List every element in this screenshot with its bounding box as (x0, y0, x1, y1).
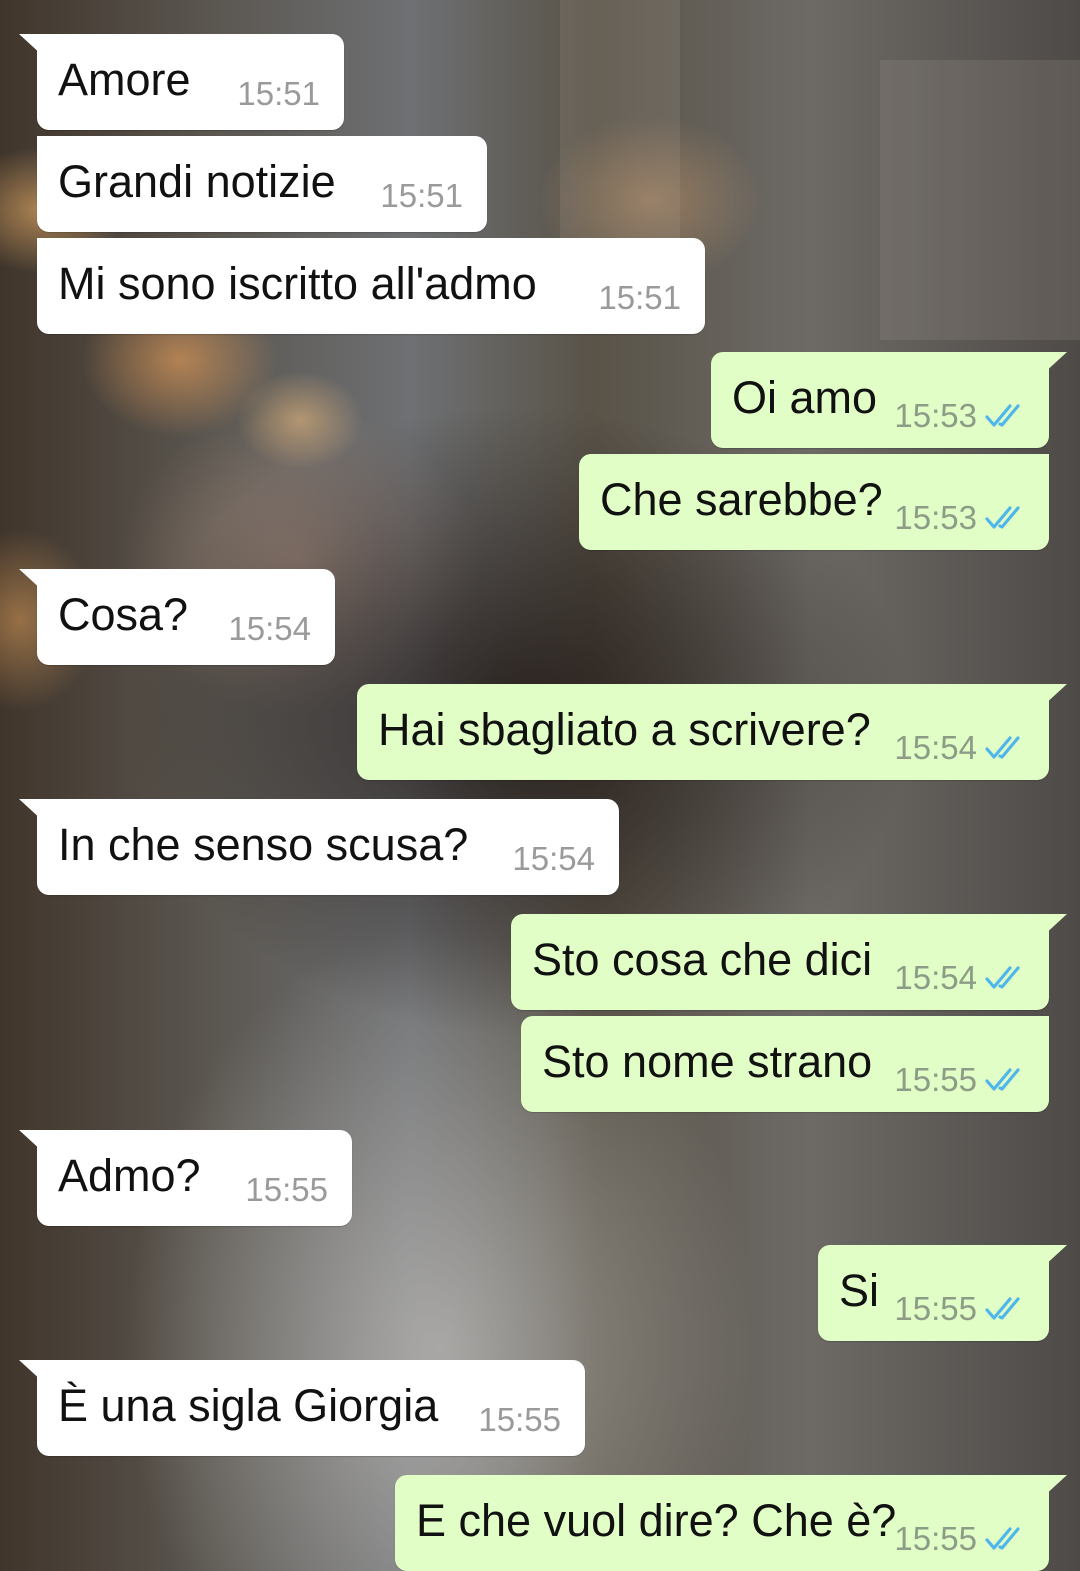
message-text: Cosa? (58, 589, 189, 640)
message-time: 15:51 (380, 177, 463, 214)
message-meta: 15:51 (237, 76, 320, 112)
double-check-read-icon (985, 1527, 1020, 1550)
message-text: Mi sono iscritto all'admo (58, 258, 537, 309)
message-bubble-outgoing[interactable]: Si 15:55 (818, 1245, 1067, 1341)
message-meta: 15:55 (894, 1062, 1025, 1098)
message-text: Grandi notizie (58, 156, 336, 207)
message-meta: 15:53 (894, 398, 1025, 434)
message-time: 15:55 (478, 1401, 561, 1438)
message-meta: 15:54 (894, 960, 1025, 996)
double-check-read-icon (985, 506, 1020, 529)
message-text: In che senso scusa? (58, 819, 469, 870)
message-text: E che vuol dire? Che è? (416, 1495, 897, 1546)
message-bubble-outgoing[interactable]: Sto cosa che dici 15:54 (511, 914, 1067, 1010)
message-meta: 15:51 (380, 178, 463, 214)
message-bubble-incoming[interactable]: In che senso scusa? 15:54 (19, 799, 619, 895)
message-time: 15:53 (894, 499, 977, 536)
message-bubble-incoming[interactable]: È una sigla Giorgia 15:55 (19, 1360, 585, 1456)
message-meta: 15:55 (478, 1402, 561, 1438)
message-time: 15:54 (512, 840, 595, 877)
message-time: 15:51 (598, 279, 681, 316)
wallpaper-window-light (880, 60, 1080, 340)
message-time: 15:55 (245, 1171, 328, 1208)
message-bubble-incoming[interactable]: Mi sono iscritto all'admo 15:51 (37, 238, 705, 334)
message-time: 15:55 (894, 1290, 977, 1327)
message-meta: 15:53 (894, 500, 1025, 536)
double-check-read-icon (985, 1068, 1020, 1091)
message-time: 15:55 (894, 1520, 977, 1557)
message-bubble-outgoing[interactable]: Sto nome strano 15:55 (521, 1016, 1049, 1112)
message-bubble-outgoing[interactable]: Che sarebbe? 15:53 (579, 454, 1049, 550)
message-time: 15:54 (894, 959, 977, 996)
message-time: 15:54 (228, 610, 311, 647)
message-text: Admo? (58, 1150, 201, 1201)
double-check-read-icon (985, 404, 1020, 427)
message-time: 15:51 (237, 75, 320, 112)
message-text: Che sarebbe? (600, 474, 883, 525)
message-bubble-incoming[interactable]: Amore 15:51 (19, 34, 344, 130)
message-bubble-incoming[interactable]: Grandi notizie 15:51 (37, 136, 487, 232)
message-text: È una sigla Giorgia (58, 1380, 439, 1431)
message-meta: 15:54 (228, 611, 311, 647)
message-meta: 15:51 (598, 280, 681, 316)
double-check-read-icon (985, 966, 1020, 989)
message-time: 15:55 (894, 1061, 977, 1098)
message-bubble-outgoing[interactable]: Oi amo 15:53 (711, 352, 1067, 448)
message-bubble-outgoing[interactable]: Hai sbagliato a scrivere? 15:54 (357, 684, 1067, 780)
message-meta: 15:54 (894, 730, 1025, 766)
message-meta: 15:55 (245, 1172, 328, 1208)
message-bubble-incoming[interactable]: Admo? 15:55 (19, 1130, 352, 1226)
message-text: Amore (58, 54, 191, 105)
message-text: Oi amo (732, 372, 878, 423)
message-time: 15:53 (894, 397, 977, 434)
message-bubble-outgoing[interactable]: E che vuol dire? Che è? 15:55 (395, 1475, 1067, 1571)
message-time: 15:54 (894, 729, 977, 766)
message-meta: 15:55 (894, 1521, 1025, 1557)
message-text: Hai sbagliato a scrivere? (378, 704, 871, 755)
message-text: Si (839, 1265, 880, 1316)
message-meta: 15:54 (512, 841, 595, 877)
message-meta: 15:55 (894, 1291, 1025, 1327)
message-text: Sto nome strano (542, 1036, 873, 1087)
message-text: Sto cosa che dici (532, 934, 873, 985)
double-check-read-icon (985, 736, 1020, 759)
double-check-read-icon (985, 1297, 1020, 1320)
message-bubble-incoming[interactable]: Cosa? 15:54 (19, 569, 335, 665)
